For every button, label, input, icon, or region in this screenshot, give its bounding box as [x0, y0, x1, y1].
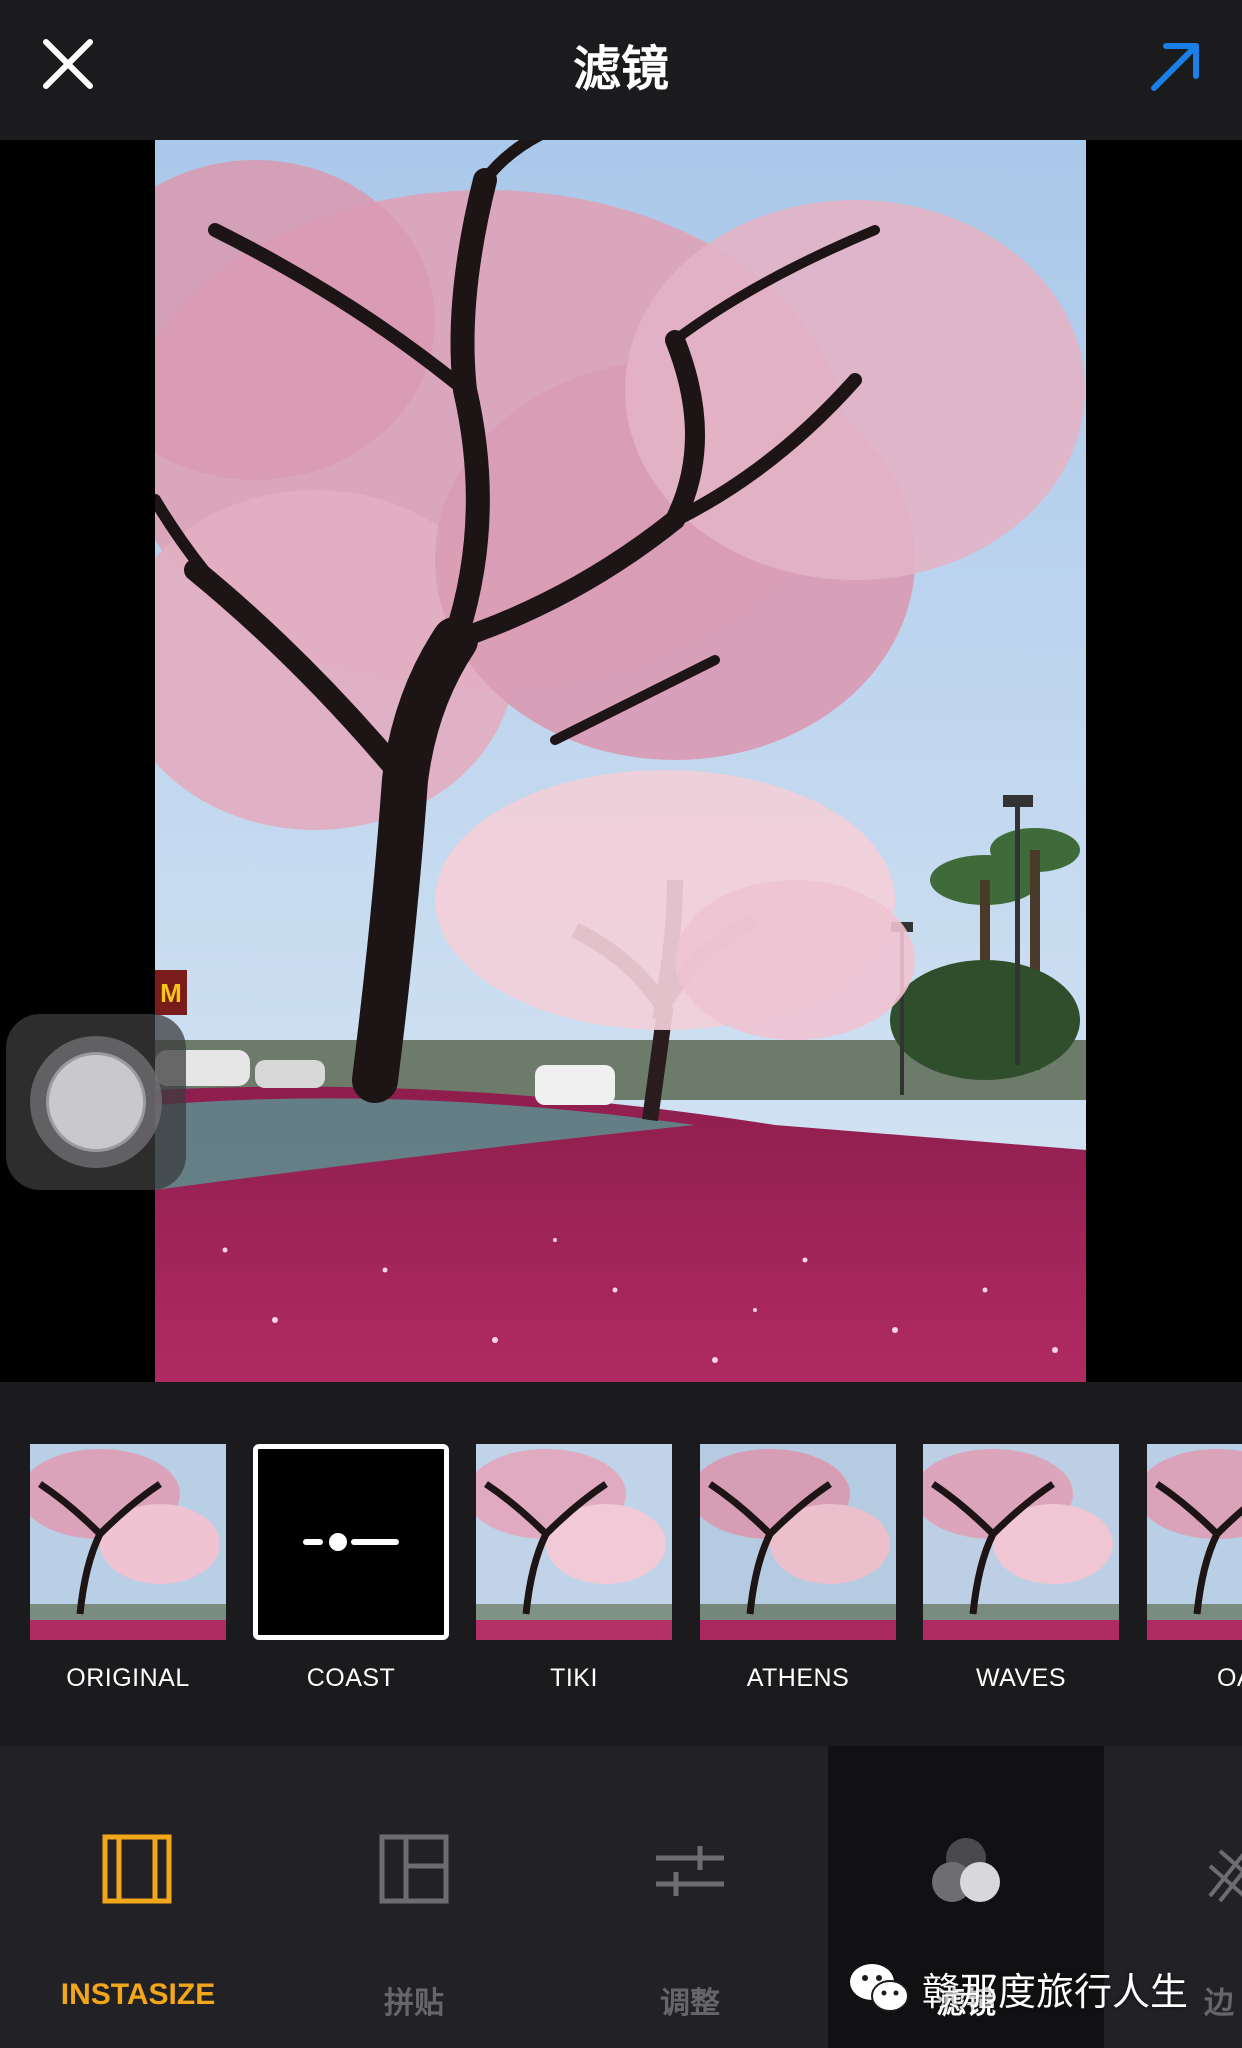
- filter-strip[interactable]: ORIGINAL COAST TIKI ATHENS WAVES O: [0, 1382, 1242, 1746]
- assistive-touch-ring: [30, 1036, 162, 1168]
- share-button[interactable]: [1148, 38, 1204, 94]
- filter-partial[interactable]: OA: [1147, 1444, 1242, 1693]
- filter-circles-icon: [932, 1838, 1000, 1902]
- bottom-toolbar: INSTASIZE 拼贴 调整 滤镜 边: [0, 1746, 1242, 2048]
- slider-adjust-icon: [303, 1533, 399, 1551]
- filter-thumbnail: [1147, 1444, 1242, 1640]
- filter-thumbnail: [700, 1444, 896, 1640]
- filter-thumbnail-selected: [253, 1444, 449, 1640]
- filter-thumbnail: [923, 1444, 1119, 1640]
- tool-collage[interactable]: 拼贴: [276, 1746, 552, 2048]
- filter-thumbnail: [476, 1444, 672, 1640]
- tool-label: 调整: [660, 1987, 720, 2020]
- filter-waves[interactable]: WAVES: [923, 1444, 1119, 1693]
- filter-tiki[interactable]: TIKI: [476, 1444, 672, 1693]
- tool-label: 滤镜: [936, 1987, 996, 2020]
- filter-label: WAVES: [975, 1664, 1066, 1692]
- filter-original[interactable]: ORIGINAL: [30, 1444, 226, 1693]
- close-button[interactable]: [38, 34, 98, 94]
- instasize-frame-icon: [102, 1834, 172, 1904]
- filter-label: ORIGINAL: [66, 1664, 190, 1692]
- assistive-touch-button[interactable]: [6, 1014, 186, 1190]
- filter-thumbnail: [30, 1444, 226, 1640]
- collage-icon: [379, 1834, 449, 1904]
- tool-filter[interactable]: 滤镜: [828, 1746, 1104, 2048]
- filter-label: OA: [1217, 1664, 1242, 1692]
- photo-canvas: M: [0, 140, 1242, 1382]
- top-bar: 滤镜: [0, 0, 1242, 140]
- edited-photo: M: [155, 140, 1086, 1382]
- close-icon: [43, 39, 93, 89]
- tool-border[interactable]: 边: [1104, 1746, 1242, 2048]
- filter-athens[interactable]: ATHENS: [700, 1444, 896, 1693]
- filter-label: TIKI: [550, 1664, 598, 1692]
- arrow-up-right-icon: [1151, 43, 1199, 91]
- border-icon: [1208, 1849, 1242, 1903]
- filter-label: ATHENS: [746, 1664, 850, 1692]
- tool-label: 拼贴: [384, 1987, 444, 2020]
- tool-adjust[interactable]: 调整: [552, 1746, 828, 2048]
- tool-instasize[interactable]: INSTASIZE: [0, 1746, 276, 2048]
- assistive-touch-dot: [46, 1052, 146, 1152]
- svg-text:M: M: [160, 978, 182, 1008]
- adjust-sliders-icon: [656, 1846, 724, 1896]
- tool-label: INSTASIZE: [60, 1978, 216, 2011]
- filter-label: COAST: [306, 1664, 396, 1692]
- tool-label: 边: [1204, 1987, 1234, 2020]
- page-title: 滤镜: [572, 41, 669, 97]
- filter-coast[interactable]: COAST: [253, 1444, 449, 1693]
